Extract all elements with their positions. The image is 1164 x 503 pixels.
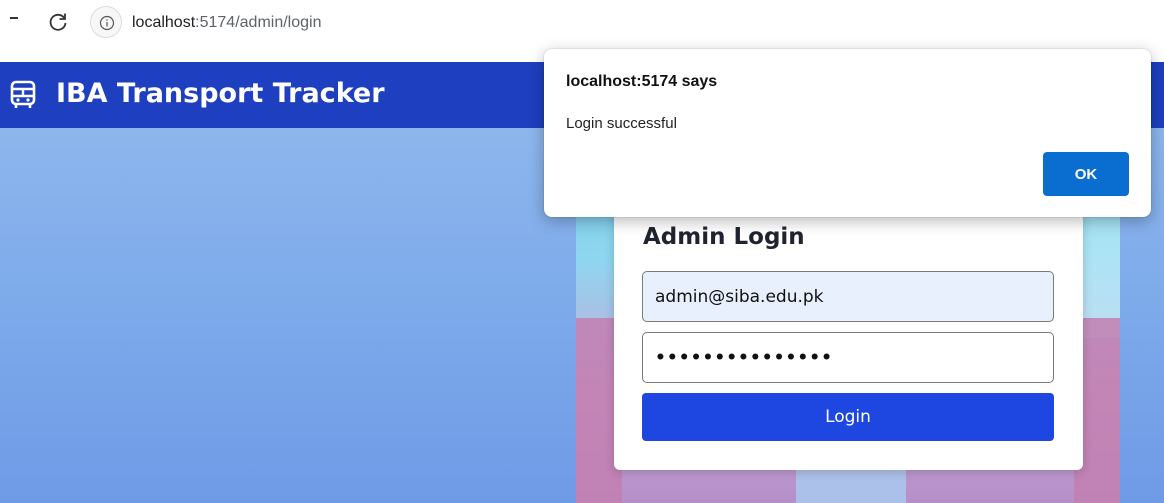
- reload-icon[interactable]: [46, 10, 70, 34]
- dialog-message: Login successful: [566, 115, 677, 132]
- app-title: IBA Transport Tracker: [56, 78, 385, 109]
- site-info-button[interactable]: [90, 6, 122, 38]
- address-bar[interactable]: localhost:5174/admin/login: [90, 6, 570, 38]
- url-text: localhost:5174/admin/login: [132, 14, 321, 32]
- minimize-dash: [10, 17, 18, 19]
- url-path: :5174/admin/login: [195, 14, 322, 31]
- password-field[interactable]: •••••••••••••••: [642, 332, 1054, 383]
- email-field[interactable]: admin@siba.edu.pk: [642, 271, 1054, 322]
- dialog-title: localhost:5174 says: [566, 73, 718, 90]
- bus-icon: [10, 80, 36, 108]
- url-host: localhost: [132, 14, 196, 31]
- ok-button[interactable]: OK: [1043, 152, 1129, 196]
- login-button[interactable]: Login: [642, 393, 1054, 441]
- login-title: Admin Login: [643, 224, 805, 250]
- browser-toolbar: localhost:5174/admin/login: [0, 0, 1164, 48]
- login-card: Admin Login admin@siba.edu.pk ••••••••••…: [614, 184, 1083, 470]
- info-icon: [99, 15, 115, 31]
- alert-dialog: localhost:5174 says Login successful OK: [544, 49, 1151, 217]
